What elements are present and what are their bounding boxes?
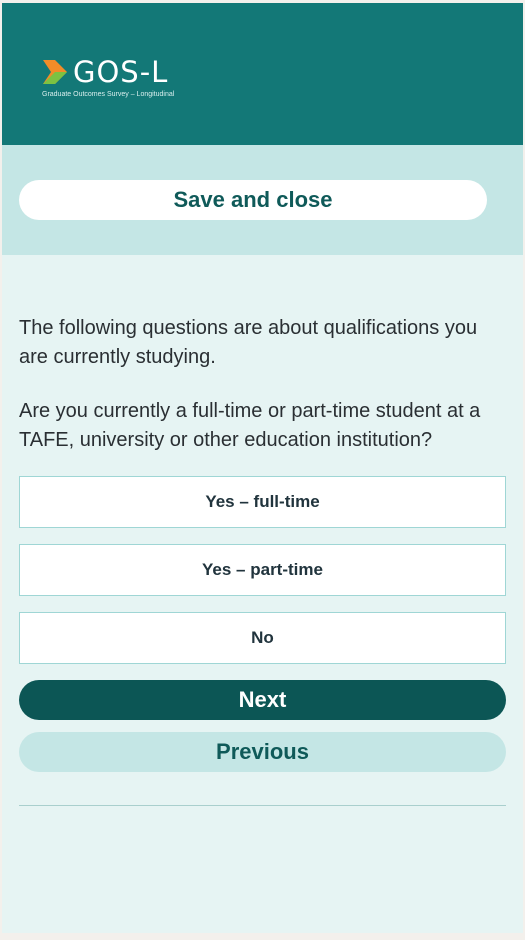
save-band: Save and close xyxy=(2,145,523,255)
answer-options: Yes – full-time Yes – part-time No xyxy=(19,476,506,664)
divider xyxy=(19,805,506,806)
gos-l-logo: GOS-L Graduate Outcomes Survey – Longitu… xyxy=(42,54,174,98)
option-yes-full-time[interactable]: Yes – full-time xyxy=(19,476,506,528)
logo-row: GOS-L xyxy=(42,54,174,90)
survey-content: The following questions are about qualif… xyxy=(2,314,523,806)
intro-text: The following questions are about qualif… xyxy=(19,317,478,368)
question-text: Are you currently a full-time or part-ti… xyxy=(19,400,481,451)
header: GOS-L Graduate Outcomes Survey – Longitu… xyxy=(2,3,523,145)
option-yes-part-time[interactable]: Yes – part-time xyxy=(19,544,506,596)
next-button[interactable]: Next xyxy=(19,680,506,720)
logo-subtitle: Graduate Outcomes Survey – Longitudinal xyxy=(42,91,175,98)
logo-text: GOS-L xyxy=(73,55,169,89)
survey-page: GOS-L Graduate Outcomes Survey – Longitu… xyxy=(2,3,523,933)
chevron-arrow-icon xyxy=(43,60,67,84)
save-and-close-button[interactable]: Save and close xyxy=(19,180,487,220)
option-no[interactable]: No xyxy=(19,612,506,664)
previous-button[interactable]: Previous xyxy=(19,732,506,772)
